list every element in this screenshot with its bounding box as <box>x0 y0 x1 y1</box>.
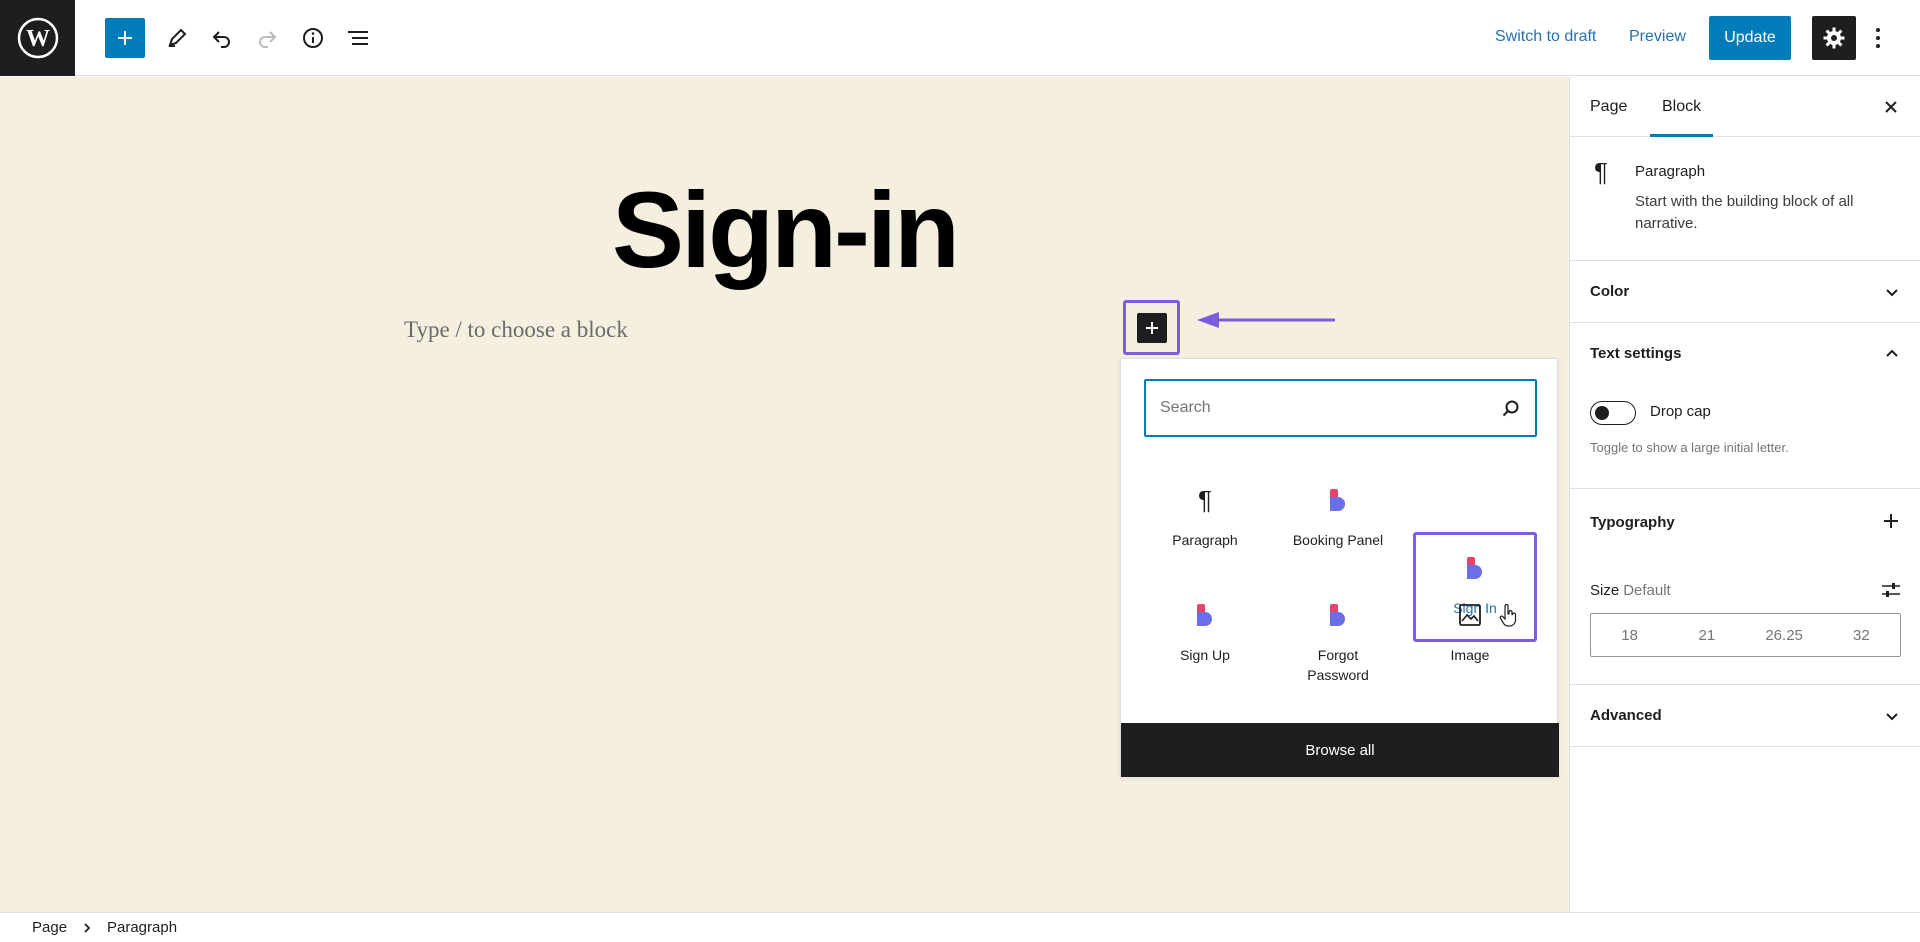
image-icon <box>1459 604 1481 626</box>
panel-title[interactable]: Text settings <box>1590 345 1681 362</box>
gear-icon <box>1823 27 1845 49</box>
panel-title: Typography <box>1590 514 1675 531</box>
chevron-down-icon <box>1886 289 1898 297</box>
panel-title: Advanced <box>1590 707 1662 724</box>
paragraph-icon: ¶ <box>1594 157 1608 187</box>
block-description: Start with the building block of all nar… <box>1635 193 1854 232</box>
plugin-block-icon <box>1467 557 1482 579</box>
editor-toolbar: W Switch to draft Preview Update <box>0 0 1920 76</box>
settings-sidebar: Page Block ¶ Paragraph Start with the bu… <box>1569 77 1920 912</box>
browse-all-button[interactable]: Browse all <box>1121 723 1559 777</box>
advanced-panel[interactable]: Advanced <box>1570 685 1920 747</box>
block-card: ¶ Paragraph Start with the building bloc… <box>1570 137 1920 261</box>
details-button[interactable] <box>295 20 331 56</box>
block-item-sign-up[interactable]: Sign Up <box>1143 579 1267 689</box>
quick-inserter-popover: ¶ Paragraph Booking Panel Sign In Sign U… <box>1120 358 1559 777</box>
color-panel[interactable]: Color <box>1570 261 1920 323</box>
redo-button[interactable] <box>249 20 285 56</box>
text-settings-panel: Text settings Drop cap Toggle to show a … <box>1570 323 1920 489</box>
tab-page[interactable]: Page <box>1590 77 1627 137</box>
plus-icon <box>118 31 132 45</box>
empty-paragraph-placeholder[interactable]: Type / to choose a block <box>404 317 628 343</box>
settings-button[interactable] <box>1812 16 1856 60</box>
plus-icon[interactable] <box>1883 513 1899 529</box>
info-icon <box>303 28 323 48</box>
list-view-button[interactable] <box>340 20 376 56</box>
add-block-button[interactable] <box>105 18 145 58</box>
custom-size-icon[interactable] <box>1881 580 1901 600</box>
font-size-option[interactable]: 32 <box>1823 614 1900 656</box>
chevron-down-icon <box>1886 713 1898 721</box>
block-breadcrumb: Page Paragraph <box>0 912 1920 942</box>
options-button[interactable] <box>1866 20 1890 56</box>
drop-cap-help: Toggle to show a large initial letter. <box>1590 440 1789 455</box>
plus-icon <box>1145 321 1158 334</box>
list-view-icon <box>348 31 368 45</box>
plugin-block-icon <box>1330 604 1345 626</box>
switch-to-draft-button[interactable]: Switch to draft <box>1495 28 1596 46</box>
drop-cap-label: Drop cap <box>1650 403 1711 420</box>
block-search-box <box>1144 379 1537 437</box>
font-size-option[interactable]: 21 <box>1668 614 1745 656</box>
annotation-arrow <box>1197 312 1335 328</box>
size-label: Size Default <box>1590 582 1671 599</box>
block-name: Paragraph <box>1635 163 1706 180</box>
typography-panel: Typography Size Default 18 21 26.25 32 <box>1570 489 1920 685</box>
wordpress-logo-icon[interactable]: W <box>0 0 75 76</box>
chevron-right-icon <box>84 923 91 933</box>
plugin-block-icon <box>1197 604 1212 626</box>
block-item-label: Sign Up <box>1180 647 1230 663</box>
drop-cap-toggle[interactable] <box>1590 401 1636 425</box>
block-item-booking-panel[interactable]: Booking Panel <box>1276 464 1400 574</box>
block-inserter-toggle[interactable] <box>1123 300 1180 355</box>
redo-icon <box>259 31 277 48</box>
pencil-icon <box>168 28 187 47</box>
search-icon <box>1502 400 1519 417</box>
tools-button[interactable] <box>159 20 195 56</box>
preview-button[interactable]: Preview <box>1629 28 1686 46</box>
undo-button[interactable] <box>204 20 240 56</box>
tab-block[interactable]: Block <box>1650 77 1714 137</box>
font-size-option[interactable]: 26.25 <box>1746 614 1823 656</box>
sidebar-tabs: Page Block <box>1570 77 1920 137</box>
paragraph-icon: ¶ <box>1198 484 1212 515</box>
block-item-label: Booking Panel <box>1292 532 1384 548</box>
block-item-label: Image <box>1450 647 1490 663</box>
block-item-label: Forgot Password <box>1307 647 1369 683</box>
undo-icon <box>212 31 230 48</box>
close-icon <box>1885 101 1897 113</box>
update-button[interactable]: Update <box>1709 16 1791 60</box>
block-item-image[interactable]: Image <box>1408 579 1532 689</box>
chevron-up-icon[interactable] <box>1885 347 1899 361</box>
breadcrumb-item-page[interactable]: Page <box>32 919 67 936</box>
editor-canvas[interactable]: Sign-in Type / to choose a block ¶ Parag… <box>0 77 1569 912</box>
block-item-label: Paragraph <box>1172 532 1238 548</box>
block-search-input[interactable] <box>1158 394 1488 422</box>
more-vertical-icon <box>1876 28 1880 48</box>
panel-title: Color <box>1590 283 1630 300</box>
block-item-forgot-password[interactable]: Forgot Password <box>1276 579 1400 689</box>
block-item-paragraph[interactable]: ¶ Paragraph <box>1143 464 1267 574</box>
svg-text:W: W <box>26 26 50 52</box>
close-sidebar-button[interactable] <box>1879 95 1903 119</box>
page-title[interactable]: Sign-in <box>0 167 1569 292</box>
breadcrumb-item-paragraph[interactable]: Paragraph <box>107 919 177 936</box>
font-size-picker: 18 21 26.25 32 <box>1590 613 1901 657</box>
font-size-option[interactable]: 18 <box>1591 614 1668 656</box>
plugin-block-icon <box>1330 489 1345 511</box>
